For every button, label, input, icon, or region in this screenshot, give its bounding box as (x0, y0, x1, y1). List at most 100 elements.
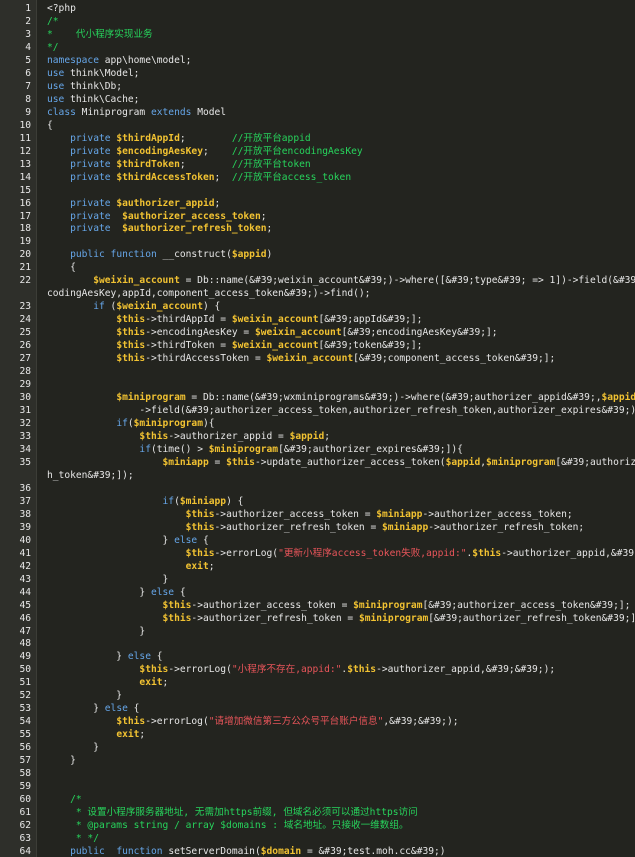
code-line[interactable]: 32 if($miniprogram){ (0, 418, 635, 431)
variable-token: $this (162, 599, 192, 611)
code-line[interactable]: 13 private $thirdToken; //开放平台token (0, 159, 635, 172)
code-line[interactable]: 49 } else { (0, 651, 635, 664)
code-line[interactable]: 21 { (0, 262, 635, 275)
code-line[interactable]: 60 /* (0, 794, 635, 807)
code-text: ; (179, 158, 232, 170)
code-line[interactable]: 3 * 代小程序实现业务 (0, 29, 635, 42)
line-content: if($miniprogram){ (47, 418, 214, 431)
code-line[interactable]: 56 } (0, 742, 635, 755)
code-line[interactable]: 19 (0, 236, 635, 249)
line-number: 47 (19, 625, 31, 637)
code-line[interactable]: 7 use think\Db; (0, 81, 635, 94)
code-line[interactable]: 14 private $thirdAccessToken; //开放平台acce… (0, 172, 635, 185)
code-text: [&#39;appId&#39;]; (318, 314, 423, 326)
line-content: private $thirdToken; //开放平台token (47, 159, 311, 172)
code-line[interactable]: 30 $miniprogram = Db::name(&#39;wxminipr… (0, 392, 635, 405)
code-line[interactable]: 57 } (0, 755, 635, 768)
code-text: ,&#39;&#39;); (383, 716, 459, 728)
code-line[interactable]: 45 $this->authorizer_access_token = $min… (0, 600, 635, 613)
keyword-token: class (47, 106, 76, 118)
code-line[interactable]: 54 $this->errorLog("请增加微信第三方公众号平台账户信息",&… (0, 716, 635, 729)
keyword-token: extends (150, 106, 192, 118)
code-text: think\Model; (64, 67, 140, 79)
code-line[interactable]: 36 (0, 483, 635, 496)
code-area[interactable]: 1 <?php 2 /* 3 * 代小程序实现业务 4 */ 5 namespace app\ho… (0, 3, 635, 857)
code-line[interactable]: 44 } else { (0, 587, 635, 600)
code-line[interactable]: 38 $this->authorizer_access_token = $min… (0, 509, 635, 522)
code-line[interactable]: 16 private $authorizer_appid; (0, 198, 635, 211)
variable-token: $weixin_account (266, 353, 354, 365)
code-line[interactable]: 53 } else { (0, 703, 635, 716)
code-line[interactable]: 11 private $thirdAppId; //开放平台appid (0, 133, 635, 146)
code-line[interactable]: 29 (0, 379, 635, 392)
code-line[interactable]: 58 (0, 768, 635, 781)
code-line[interactable]: 5 namespace app\home\model; (0, 55, 635, 68)
code-line[interactable]: 34 if(time() > $miniprogram[&#39;authori… (0, 444, 635, 457)
code-line[interactable]: 18 private $authorizer_refresh_token; (0, 223, 635, 236)
code-line[interactable]: 47 } (0, 626, 635, 639)
code-line[interactable]: 22 $weixin_account = Db::name(&#39;weixi… (0, 275, 635, 288)
code-text: ->authorizer_refresh_token; (428, 521, 585, 533)
code-line[interactable]: 62 * @params string / array $domains : 域… (0, 820, 635, 833)
code-line[interactable]: 23 if ($weixin_account) { (0, 301, 635, 314)
code-line[interactable]: 24 $this->thirdAppId = $weixin_account[&… (0, 314, 635, 327)
code-line[interactable]: 2 /* (0, 16, 635, 29)
variable-token: $appid (445, 456, 481, 468)
variable-token: $this (116, 314, 146, 326)
code-line[interactable]: 52 } (0, 690, 635, 703)
code-line[interactable]: 59 (0, 781, 635, 794)
code-line[interactable]: 10 { (0, 120, 635, 133)
code-line[interactable]: 64 public function setServerDomain($doma… (0, 846, 635, 857)
code-line[interactable]: 43 } (0, 574, 635, 587)
keyword-token: if (93, 301, 105, 313)
code-line[interactable]: 63 * */ (0, 833, 635, 846)
code-line[interactable]: 25 $this->encodingAesKey = $weixin_accou… (0, 327, 635, 340)
keyword-token: private (70, 210, 111, 222)
code-text: ; (202, 145, 232, 157)
line-content: private $authorizer_refresh_token; (47, 223, 272, 236)
code-line[interactable]: 46 $this->authorizer_refresh_token = $mi… (0, 613, 635, 626)
code-editor[interactable]: 1 <?php 2 /* 3 * 代小程序实现业务 4 */ 5 namespace app\ho… (0, 0, 635, 857)
code-line[interactable]: 48 (0, 638, 635, 651)
code-line[interactable]: 40 } else { (0, 535, 635, 548)
code-line[interactable]: 1 <?php (0, 3, 635, 16)
code-line[interactable]: 27 $this->thirdAccessToken = $weixin_acc… (0, 353, 635, 366)
line-content: * */ (47, 833, 99, 846)
code-line[interactable]: codingAesKey,appId,component_access_toke… (0, 288, 635, 301)
code-line[interactable]: 55 exit; (0, 729, 635, 742)
code-line[interactable]: 50 $this->errorLog("小程序不存在,appid:".$this… (0, 664, 635, 677)
line-number: 24 (19, 314, 31, 326)
code-line[interactable]: 17 private $authorizer_access_token; (0, 211, 635, 224)
code-line[interactable]: 28 (0, 366, 635, 379)
code-line[interactable]: 39 $this->authorizer_refresh_token = $mi… (0, 522, 635, 535)
code-line[interactable]: 33 $this->authorizer_appid = $appid; (0, 431, 635, 444)
code-text: { (127, 703, 140, 715)
code-line[interactable]: 37 if($miniapp) { (0, 496, 635, 509)
line-content: $weixin_account = Db::name(&#39;weixin_a… (47, 275, 635, 288)
code-line[interactable]: 26 $this->thirdToken = $weixin_account[&… (0, 340, 635, 353)
code-line[interactable]: h_token&#39;]); (0, 470, 635, 483)
code-text: ; (162, 677, 169, 689)
code-line[interactable]: 20 public function __construct($appid) (0, 249, 635, 262)
code-line[interactable]: 61 * 设置小程序服务器地址, 无需加https前缀, 但域名必须可以通过ht… (0, 807, 635, 820)
code-line[interactable]: 41 $this->errorLog("更新小程序access_token失败,… (0, 548, 635, 561)
code-line[interactable]: 6 use think\Model; (0, 68, 635, 81)
code-line[interactable]: 9 class Miniprogram extends Model (0, 107, 635, 120)
code-line[interactable]: 51 exit; (0, 677, 635, 690)
line-content: } else { (47, 651, 162, 664)
code-line[interactable]: 42 exit; (0, 561, 635, 574)
code-line[interactable]: 12 private $encodingAesKey; //开放平台encodi… (0, 146, 635, 159)
code-line[interactable]: 4 */ (0, 42, 635, 55)
keyword-token: public (70, 249, 105, 261)
code-line[interactable]: 31 ->field(&#39;authorizer_access_token,… (0, 405, 635, 418)
code-line[interactable]: 15 (0, 185, 635, 198)
code-line[interactable]: 35 $miniapp = $this->update_authorizer_a… (0, 457, 635, 470)
code-line[interactable]: 8 use think\Cache; (0, 94, 635, 107)
